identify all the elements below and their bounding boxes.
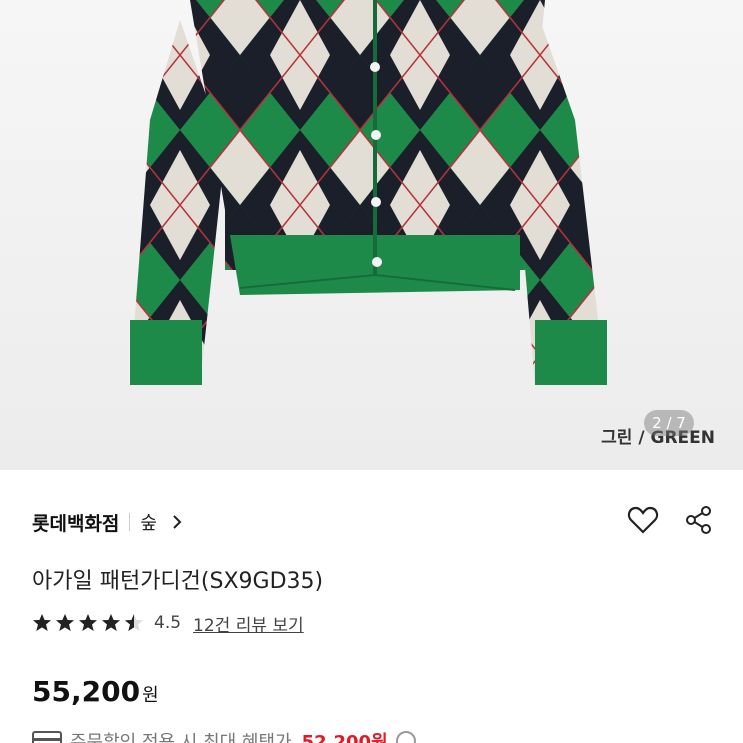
card-icon: [32, 731, 62, 743]
price-unit: 원: [142, 685, 159, 706]
brand-divider: [129, 513, 131, 531]
product-title: 아가일 패턴가디건(SX9GD35): [32, 569, 324, 594]
benefit-price: 52,200원: [301, 732, 388, 743]
chevron-right-icon[interactable]: [171, 514, 183, 530]
share-icon[interactable]: [685, 505, 713, 535]
info-icon[interactable]: [395, 731, 416, 743]
rating-row: 4.5 12건 리뷰 보기: [32, 610, 304, 636]
brand-name[interactable]: 롯데백화점: [32, 509, 119, 536]
rating-value: 4.5: [154, 613, 182, 633]
star-icon: [102, 614, 120, 631]
review-link[interactable]: 12건 리뷰 보기: [193, 611, 304, 636]
benefit-row[interactable]: 주문할인 적용 시 최대 혜택가 52,200원: [32, 728, 416, 743]
image-counter: 2 / 7: [644, 410, 694, 436]
star-icon: [79, 614, 97, 631]
benefit-text: 주문할인 적용 시 최대 혜택가: [70, 732, 292, 743]
brand-row: 롯데백화점 숲: [32, 505, 722, 539]
action-icons: [627, 505, 713, 535]
heart-icon[interactable]: [627, 505, 659, 535]
price-row: 55,200 원: [32, 675, 159, 708]
shop-name[interactable]: 숲: [140, 509, 157, 535]
product-image-carousel[interactable]: 그린 / GREEN 2 / 7: [0, 0, 743, 470]
star-rating: [32, 613, 144, 633]
star-icon: [56, 614, 74, 631]
star-icon: [33, 614, 51, 631]
product-price: 55,200: [32, 675, 141, 708]
cardigan-image: [130, 0, 607, 385]
star-icon: [125, 614, 143, 631]
